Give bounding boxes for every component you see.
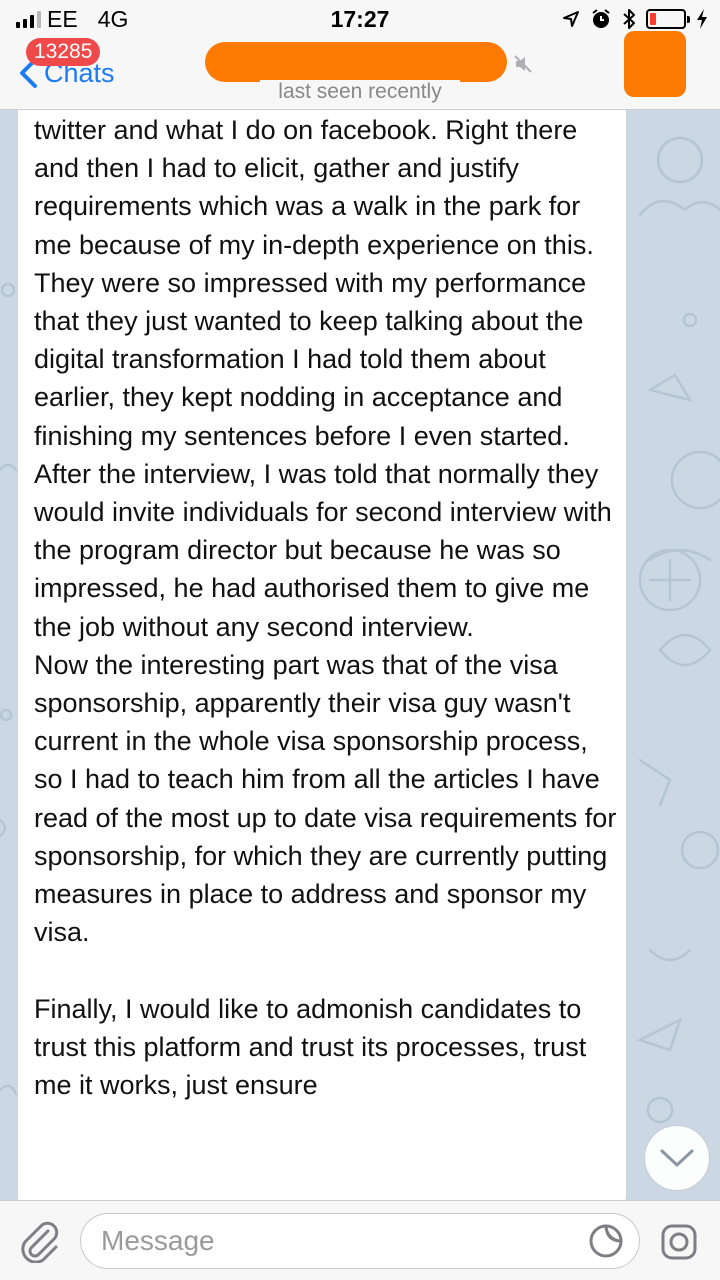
last-seen-status: last seen recently (260, 80, 460, 104)
chevron-down-icon (660, 1149, 694, 1167)
avatar[interactable] (624, 31, 686, 97)
charging-icon (697, 9, 707, 29)
message-text: twitter and what I do on facebook. Right… (34, 115, 617, 1101)
alarm-icon (592, 9, 610, 28)
battery-icon (646, 9, 690, 29)
message-input[interactable] (80, 1213, 640, 1269)
status-right (562, 6, 708, 32)
camera-icon[interactable] (660, 1223, 698, 1261)
scroll-down-button[interactable] (644, 1125, 710, 1191)
contact-name-redacted[interactable] (205, 42, 507, 82)
paperclip-icon[interactable] (18, 1219, 60, 1263)
message-input-bar (0, 1200, 720, 1280)
sticker-icon[interactable] (588, 1223, 624, 1259)
status-bar: EE 4G 17:27 (0, 0, 720, 38)
mute-icon (514, 55, 532, 73)
message-bubble[interactable]: twitter and what I do on facebook. Right… (18, 60, 626, 1210)
bluetooth-icon (623, 9, 635, 29)
unread-count-badge: 13285 (26, 38, 101, 66)
chat-header: Chats 13285 last seen recently (0, 31, 720, 110)
location-icon (563, 11, 579, 27)
